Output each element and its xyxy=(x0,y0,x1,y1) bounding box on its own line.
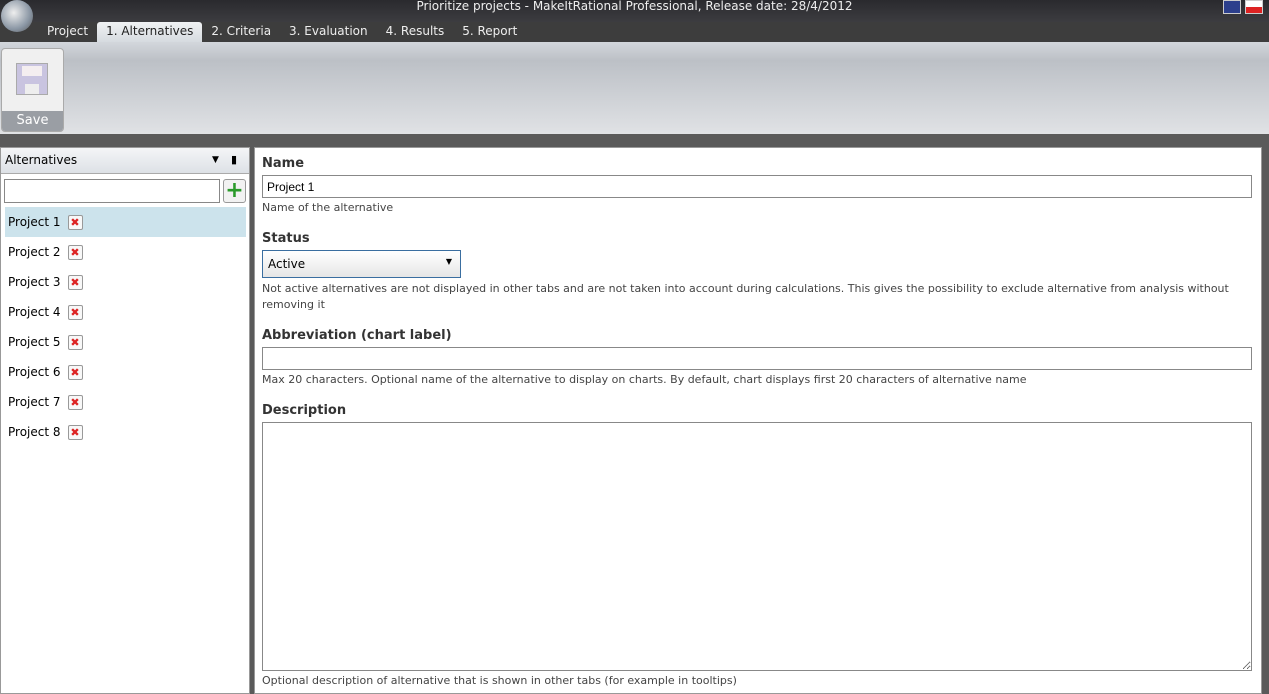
name-input[interactable] xyxy=(262,175,1252,198)
list-item[interactable]: Project 8 ✖ xyxy=(5,417,246,447)
status-select[interactable]: Active ▼ xyxy=(262,250,461,278)
status-label: Status xyxy=(262,231,310,246)
delete-icon[interactable]: ✖ xyxy=(67,304,83,320)
english-flag-icon[interactable] xyxy=(1223,0,1241,14)
item-label: Project 2 xyxy=(8,245,61,259)
item-label: Project 7 xyxy=(8,395,61,409)
delete-icon[interactable]: ✖ xyxy=(67,214,83,230)
list-item[interactable]: Project 7 ✖ xyxy=(5,387,246,417)
alternative-details: Name Name of the alternative Status Acti… xyxy=(254,147,1262,694)
chevron-down-icon: ▼ xyxy=(445,257,452,266)
tab-alternatives[interactable]: 1. Alternatives xyxy=(97,22,203,42)
item-label: Project 1 xyxy=(8,215,61,229)
list-item[interactable]: Project 6 ✖ xyxy=(5,357,246,387)
list-item[interactable]: Project 5 ✖ xyxy=(5,327,246,357)
description-hint: Optional description of alternative that… xyxy=(262,674,737,687)
item-label: Project 4 xyxy=(8,305,61,319)
delete-icon[interactable]: ✖ xyxy=(67,334,83,350)
dropdown-arrow-icon[interactable]: ▼ xyxy=(212,148,219,172)
item-label: Project 5 xyxy=(8,335,61,349)
alternatives-panel: Alternatives ▼ ▮ + Project 1 ✖ Project 2 ✖… xyxy=(0,147,250,694)
floppy-disk-icon xyxy=(16,63,48,95)
status-value: Active xyxy=(268,257,306,271)
list-item[interactable]: Project 4 ✖ xyxy=(5,297,246,327)
window-title: Prioritize projects - MakeItRational Pro… xyxy=(416,0,853,13)
delete-icon[interactable]: ✖ xyxy=(67,364,83,380)
name-hint: Name of the alternative xyxy=(262,201,394,214)
app-menu-orb[interactable] xyxy=(1,0,33,32)
save-button[interactable]: Save xyxy=(1,48,64,132)
list-item[interactable]: Project 2 ✖ xyxy=(5,237,246,267)
pin-icon[interactable]: ▮ xyxy=(231,148,237,172)
ribbon: Save xyxy=(0,42,1269,134)
item-label: Project 3 xyxy=(8,275,61,289)
list-item[interactable]: Project 1 ✖ xyxy=(5,207,246,237)
delete-icon[interactable]: ✖ xyxy=(67,394,83,410)
delete-icon[interactable]: ✖ xyxy=(67,424,83,440)
list-item[interactable]: Project 3 ✖ xyxy=(5,267,246,297)
tab-results[interactable]: 4. Results xyxy=(377,22,454,42)
save-label: Save xyxy=(2,111,63,131)
delete-icon[interactable]: ✖ xyxy=(67,274,83,290)
filter-input[interactable] xyxy=(4,179,220,203)
abbreviation-hint: Max 20 characters. Optional name of the … xyxy=(262,373,1027,386)
title-bar: Prioritize projects - MakeItRational Pro… xyxy=(0,0,1269,22)
description-textarea[interactable] xyxy=(262,422,1252,671)
item-label: Project 6 xyxy=(8,365,61,379)
delete-icon[interactable]: ✖ xyxy=(67,244,83,260)
add-alternative-button[interactable]: + xyxy=(223,179,246,203)
tab-evaluation[interactable]: 3. Evaluation xyxy=(280,22,377,42)
description-label: Description xyxy=(262,403,347,418)
panel-title: Alternatives xyxy=(5,153,78,167)
abbreviation-input[interactable] xyxy=(262,347,1252,370)
polish-flag-icon[interactable] xyxy=(1245,0,1263,14)
tab-report[interactable]: 5. Report xyxy=(453,22,526,42)
ribbon-tabs: Project 1. Alternatives 2. Criteria 3. E… xyxy=(0,22,1269,42)
status-hint: Not active alternatives are not displaye… xyxy=(262,282,1229,311)
tab-criteria[interactable]: 2. Criteria xyxy=(202,22,280,42)
item-label: Project 8 xyxy=(8,425,61,439)
abbreviation-label: Abbreviation (chart label) xyxy=(262,328,452,343)
tab-project[interactable]: Project xyxy=(38,22,97,42)
name-label: Name xyxy=(262,156,305,171)
